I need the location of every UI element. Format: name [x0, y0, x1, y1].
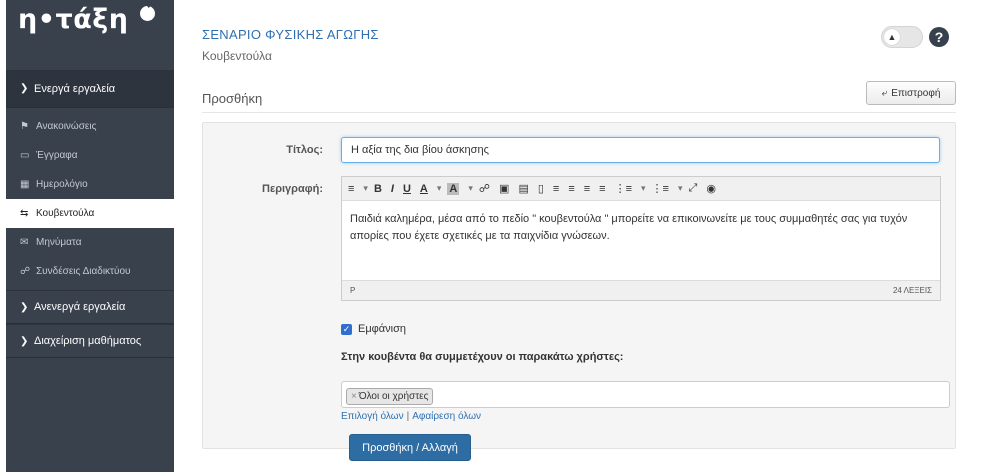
caret-down-icon: ▾: [641, 183, 646, 193]
align-left-icon[interactable]: ≡: [553, 183, 559, 195]
align-justify-icon[interactable]: ≡: [599, 183, 605, 195]
exchange-icon: ⇆: [20, 208, 29, 219]
sidebar-item-links[interactable]: ☍ Συνδέσεις Διαδικτύου: [6, 257, 174, 286]
back-button[interactable]: ⤶ Επιστροφή: [866, 81, 956, 105]
background-color-button[interactable]: A: [447, 182, 460, 195]
sidebar-item-label: Κουβεντούλα: [36, 208, 95, 219]
submit-button[interactable]: Προσθήκη / Αλλαγή: [349, 434, 471, 461]
calendar-icon: ▦: [20, 179, 30, 190]
title-input[interactable]: Η αξία της δια βίου άσκησης: [341, 137, 940, 163]
sidebar-item-calendar[interactable]: ▦ Ημερολόγιο: [6, 170, 174, 199]
group-course-admin[interactable]: ❯ Διαχείριση μαθήματος: [6, 324, 174, 358]
checkmark-icon: ✓: [341, 323, 352, 335]
link-icon[interactable]: ☍: [479, 182, 490, 195]
envelope-icon: ✉: [20, 237, 29, 248]
align-center-icon[interactable]: ≡: [568, 183, 574, 195]
visibility-checkbox[interactable]: ✓ Εμφάνιση: [341, 323, 406, 335]
logo-area: η•τάξη: [6, 0, 174, 70]
group-inactive-tools[interactable]: ❯ Ανενεργά εργαλεία: [6, 290, 174, 324]
divider: [202, 112, 956, 113]
editor-toolbar: ≡ ▾ B I U A ▾ A ▾ ☍ ▣ ▤ ▯ ≡ ≡ ≡ ≡ ⋮≡ ▾ ⋮…: [342, 177, 940, 201]
participants-select[interactable]: × Όλοι οι χρήστες: [341, 381, 950, 408]
bullhorn-icon: ⚑: [20, 121, 29, 132]
participant-tag[interactable]: × Όλοι οι χρήστες: [346, 388, 434, 405]
caret-down-icon: ▾: [468, 183, 473, 193]
sidebar-item-label: Έγγραφα: [36, 150, 78, 161]
graduation-cap-icon: ▲: [884, 29, 900, 45]
group-label: Διαχείριση μαθήματος: [34, 335, 142, 347]
sidebar-item-label: Μηνύματα: [36, 237, 82, 248]
preview-eye-icon[interactable]: ◉: [706, 182, 716, 195]
rich-text-editor[interactable]: ≡ ▾ B I U A ▾ A ▾ ☍ ▣ ▤ ▯ ≡ ≡ ≡ ≡ ⋮≡ ▾ ⋮…: [341, 176, 941, 301]
description-label: Περιγραφή:: [262, 183, 323, 195]
link-separator: |: [406, 411, 410, 422]
bold-button[interactable]: B: [374, 183, 382, 195]
sidebar-item-chat[interactable]: ⇆ Κουβεντούλα: [6, 199, 174, 228]
logo[interactable]: η•τάξη: [18, 4, 128, 35]
reply-arrow-icon: ⤶: [881, 87, 888, 99]
sidebar-item-documents[interactable]: ▭ Έγγραφα: [6, 141, 174, 170]
caret-down-icon: ▾: [677, 183, 683, 193]
remove-all-link[interactable]: Αφαίρεση όλων: [412, 411, 481, 422]
help-icon[interactable]: ?: [929, 27, 949, 47]
group-active-tools[interactable]: ❯ Ενεργά εργαλεία: [6, 70, 174, 108]
course-title[interactable]: ΣΕΝΑΡΙΟ ΦΥΣΙΚΗΣ ΑΓΩΓΗΣ: [202, 27, 379, 42]
image-icon[interactable]: ▣: [499, 182, 509, 195]
participants-label: Στην κουβέντα θα συμμετέχουν οι παρακάτω…: [341, 351, 624, 363]
sidebar-item-label: Συνδέσεις Διαδικτύου: [36, 266, 131, 277]
tag-label: Όλοι οι χρήστες: [358, 391, 429, 402]
sidebar: η•τάξη ❯ Ενεργά εργαλεία ⚑ Ανακοινώσεις …: [6, 0, 174, 472]
editor-statusbar: P 24 ΛΕΞΕΙΣ: [342, 280, 940, 300]
media-icon[interactable]: ▤: [518, 182, 528, 195]
select-all-link[interactable]: Επιλογή όλων: [341, 411, 404, 422]
title-label: Τίτλος:: [286, 144, 323, 156]
remove-tag-icon[interactable]: ×: [351, 391, 357, 402]
chevron-right-icon: ❯: [20, 301, 29, 313]
back-button-label: Επιστροφή: [891, 87, 941, 99]
page: η•τάξη ❯ Ενεργά εργαλεία ⚑ Ανακοινώσεις …: [0, 0, 987, 472]
group-label: Ενεργά εργαλεία: [34, 82, 116, 95]
link-icon: ☍: [20, 266, 31, 277]
chevron-down-icon: ❯: [20, 83, 29, 94]
student-view-toggle[interactable]: ▲: [881, 26, 923, 48]
document-icon[interactable]: ▯: [538, 182, 544, 195]
visibility-label: Εμφάνιση: [358, 323, 407, 335]
text-color-button[interactable]: A: [420, 183, 428, 195]
form-panel: Τίτλος: Η αξία της δια βίου άσκησης Περι…: [202, 122, 956, 461]
sidebar-item-messages[interactable]: ✉ Μηνύματα: [6, 228, 174, 257]
format-menu-button[interactable]: ≡: [348, 183, 354, 195]
sidebar-item-announcements[interactable]: ⚑ Ανακοινώσεις: [6, 112, 174, 141]
fullscreen-icon[interactable]: ⤢: [689, 182, 698, 195]
italic-button[interactable]: I: [391, 183, 394, 195]
element-path[interactable]: P: [350, 286, 355, 295]
section-title: Προσθήκη: [202, 91, 263, 106]
sidebar-item-label: Ανακοινώσεις: [36, 121, 97, 132]
editor-content[interactable]: Παιδιά καλημέρα, μέσα από το πεδίο " κου…: [342, 201, 940, 281]
page-title: Κουβεντούλα: [202, 49, 272, 63]
select-links: Επιλογή όλων | Αφαίρεση όλων: [341, 411, 481, 422]
group-label: Ανενεργά εργαλεία: [34, 301, 126, 313]
graduation-cap-icon: [140, 6, 155, 21]
folder-icon: ▭: [20, 150, 30, 161]
align-right-icon[interactable]: ≡: [584, 183, 590, 195]
main-content: ΣΕΝΑΡΙΟ ΦΥΣΙΚΗΣ ΑΓΩΓΗΣ Κουβεντούλα ▲ ? Π…: [174, 0, 987, 472]
chevron-right-icon: ❯: [20, 335, 29, 347]
bullet-list-icon[interactable]: ⋮≡: [615, 182, 632, 195]
sidebar-item-label: Ημερολόγιο: [36, 179, 88, 190]
word-count: 24 ΛΕΞΕΙΣ: [892, 286, 932, 295]
numbered-list-icon[interactable]: ⋮≡: [652, 182, 669, 195]
underline-button[interactable]: U: [403, 183, 411, 195]
caret-down-icon: ▾: [363, 183, 368, 193]
caret-down-icon: ▾: [436, 183, 442, 193]
